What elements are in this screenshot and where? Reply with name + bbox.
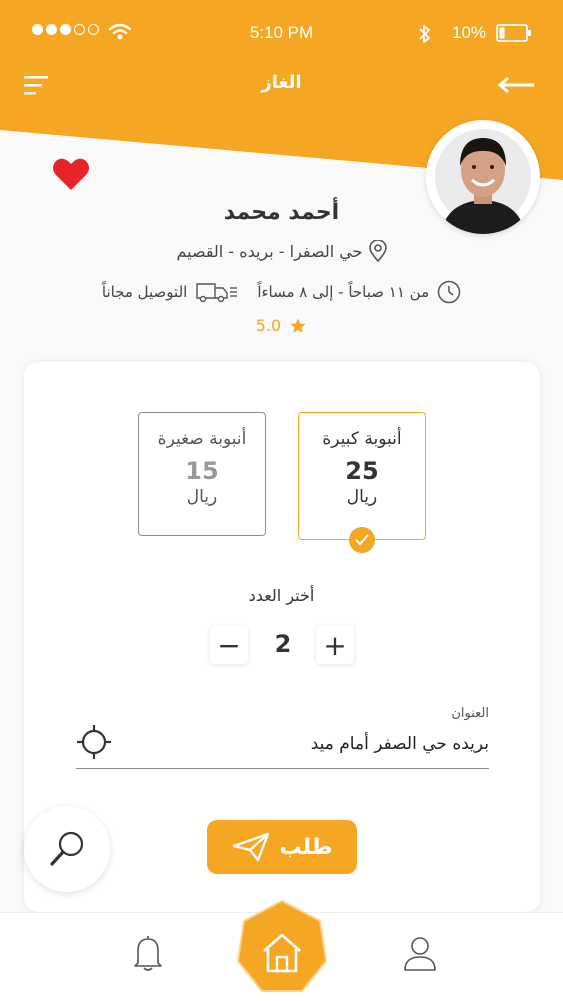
star-icon [290,318,306,333]
vendor-location: حي الصفرا - بريده - القصيم [0,240,563,262]
status-bar: 5:10 PM 10% [0,22,563,46]
quantity-value: 2 [274,630,292,658]
paper-plane-icon [232,832,269,862]
option-small-cylinder[interactable]: أنبوبة صغيرة 15 ريال [138,412,266,536]
order-button-label: طلب [279,834,333,860]
battery-percent: 10% [452,23,487,42]
address-label: العنوان [451,706,489,721]
location-text: حي الصفرا - بريده - القصيم [176,241,363,261]
vendor-name: أحمد محمد [223,200,340,225]
bottom-nav [0,899,563,1001]
check-icon [349,527,375,553]
option-name: أنبوبة صغيرة [157,429,247,449]
option-price: 15 [185,457,219,485]
delivery-text: التوصيل مجاناً [101,283,188,301]
order-button[interactable]: طلب [207,820,357,874]
search-button[interactable] [24,806,110,892]
search-icon [50,831,84,866]
bluetooth-icon [419,25,430,43]
clock-icon [437,280,461,304]
back-arrow-icon[interactable] [496,76,536,94]
locate-target-icon[interactable] [76,724,112,760]
vendor-info-row: من ١١ صباحاً - إلى ٨ مساءاً التوصيل مجان… [0,280,563,304]
location-pin-icon [368,240,387,262]
battery-icon [496,24,531,42]
vendor-rating: 5.0 [0,316,563,335]
option-name: أنبوبة كبيرة [322,429,402,449]
option-large-cylinder[interactable]: أنبوبة كبيرة 25 ريال [298,412,426,553]
quantity-label: أختر العدد [248,586,315,605]
favorite-heart-icon[interactable] [52,156,90,192]
option-currency: ريال [186,487,218,507]
address-field[interactable]: بريده حي الصفر أمام ميد [76,725,489,769]
delivery-truck-icon [196,283,238,303]
quantity-minus-button[interactable]: − [210,626,248,664]
quantity-plus-button[interactable]: + [316,626,354,664]
option-currency: ريال [346,487,378,507]
bell-icon[interactable] [130,933,166,973]
address-value: بريده حي الصفر أمام ميد [310,734,489,754]
hours-text: من ١١ صباحاً - إلى ٨ مساءاً [257,283,430,301]
rating-value: 5.0 [255,316,282,335]
top-bar: الغاز [0,70,563,100]
home-button[interactable] [236,899,328,997]
user-icon[interactable] [402,933,438,973]
page-title: الغاز [261,72,302,93]
option-price: 25 [345,457,379,485]
